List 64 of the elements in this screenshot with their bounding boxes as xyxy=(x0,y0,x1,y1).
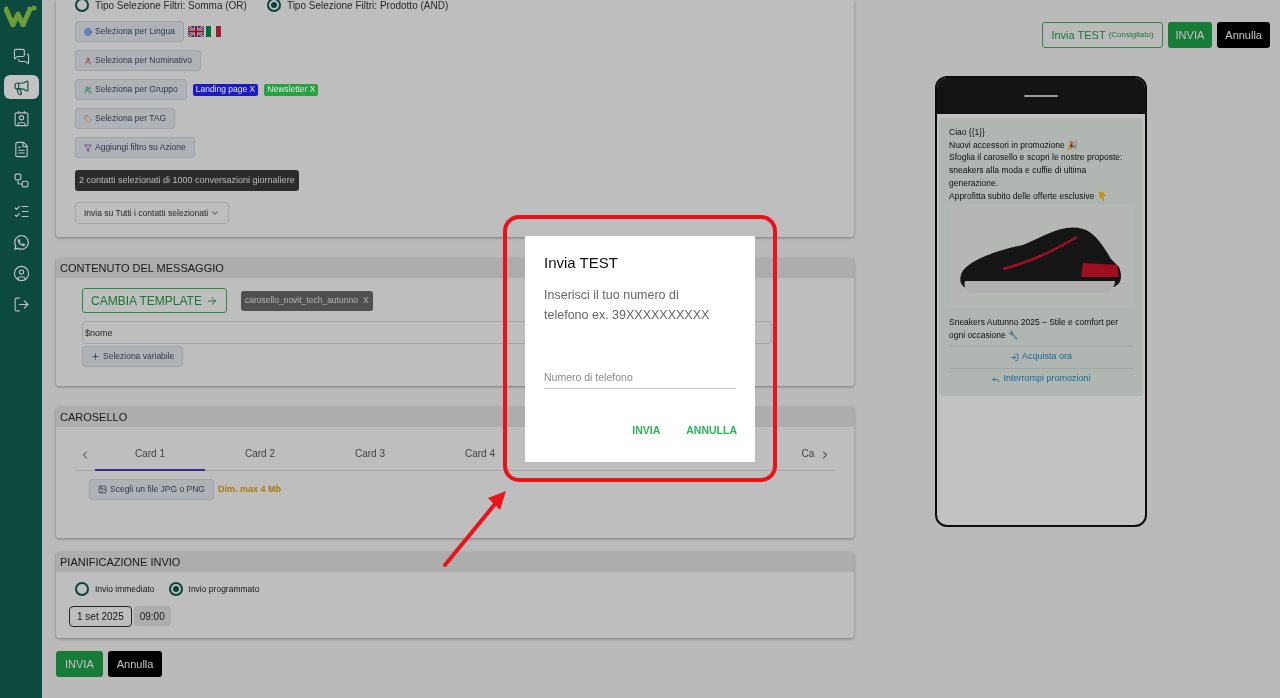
send-button[interactable]: INVIA xyxy=(1167,22,1213,48)
users-icon xyxy=(84,85,92,94)
preview-action-button[interactable]: Acquista ora xyxy=(949,345,1133,368)
change-template-button[interactable]: CAMBIA TEMPLATE xyxy=(82,288,227,313)
cancel-button[interactable]: Annulla xyxy=(107,651,163,677)
dialog-text: Inserisci il tuo numero di telefono ex. 39XXXXXXXXXX xyxy=(544,286,711,324)
radio-button[interactable] xyxy=(75,0,89,12)
caret-icon xyxy=(210,208,221,218)
megaphone-icon xyxy=(12,78,30,96)
template-name: carosello_novit_tech_autunno xyxy=(244,294,358,307)
radio-label: Invio programmato xyxy=(188,582,260,596)
message-text: Ciao {{1}} Nuovi accessori in promozione 🎉 Sfoglia il carosello e scopri le nostre proposte: sneakers alla moda e cuffie di ultima generazione. Approfitta subito delle offerte esclusive 👇 xyxy=(949,126,1124,203)
send-button[interactable]: INVIA xyxy=(56,651,103,677)
arrow-right-icon xyxy=(205,294,218,307)
sidebar-item[interactable] xyxy=(3,75,39,99)
user-icon xyxy=(84,56,92,65)
filter-button[interactable]: Seleziona per Nominativo xyxy=(75,50,201,71)
group-tag[interactable]: Landing page X xyxy=(192,83,259,96)
filter-button[interactable]: Aggiungi filtro su Azione xyxy=(75,137,195,158)
file-size-hint: Dim. max 4 Mb xyxy=(217,482,281,496)
radio-button[interactable] xyxy=(75,582,89,596)
contact-book-icon xyxy=(12,109,30,127)
carousel-tab[interactable]: Card 3 xyxy=(315,438,425,471)
carousel-tab[interactable]: Card 1 xyxy=(95,438,205,471)
image-icon xyxy=(98,485,107,494)
whatsapp-icon xyxy=(12,233,30,251)
filter-button[interactable]: Seleziona per TAG xyxy=(75,108,176,129)
logo-icon xyxy=(4,5,38,27)
uk-flag-icon xyxy=(187,26,204,37)
globe-icon xyxy=(84,27,92,36)
card-caption: Sneakers Autunno 2025 – Stile e comfort per ogni occasione 🔧 xyxy=(949,316,1120,342)
italy-flag-icon xyxy=(205,26,221,37)
nodes-icon xyxy=(12,171,30,189)
logout-icon xyxy=(12,295,30,313)
plus-icon xyxy=(91,352,100,361)
cancel-button[interactable]: Annulla xyxy=(1217,22,1270,48)
carousel-tab[interactable]: Ca xyxy=(801,438,815,471)
send-scope-dropdown[interactable]: Invia su Tutti i contatti selezionati xyxy=(75,202,230,224)
test-send-button[interactable]: Invia TEST (Consigliato) xyxy=(1042,22,1163,48)
section-header: PIANIFICAZIONE INVIO xyxy=(56,552,854,572)
document-icon xyxy=(12,140,30,158)
time-field[interactable]: 09:00 xyxy=(133,606,171,626)
chat-bubbles-icon xyxy=(12,47,30,65)
choose-file-button[interactable]: Scegli un file JPG o PNG xyxy=(89,479,214,500)
radio-label: Invio immediato xyxy=(95,582,155,596)
radio-button[interactable] xyxy=(266,0,281,12)
filter-icon xyxy=(84,143,92,152)
reply-icon xyxy=(991,374,1001,384)
preview-action-button[interactable]: Interrompi promozioni xyxy=(949,367,1133,390)
filter-button[interactable]: Seleziona per Gruppo xyxy=(75,79,187,100)
user-circle-icon xyxy=(12,264,30,282)
radio-label: Tipo Selezione Filtri: Prodotto (AND) xyxy=(286,0,449,13)
selection-summary: 2 contatti selezionati di 1000 conversazioni giornaliere xyxy=(75,170,299,191)
radio-button[interactable] xyxy=(168,582,183,596)
date-field[interactable]: 1 set 2025 xyxy=(69,606,132,627)
carousel-tab[interactable]: Card 2 xyxy=(205,438,315,471)
remove-template-button[interactable]: X xyxy=(362,294,369,307)
carousel-tab[interactable]: Card 4 xyxy=(425,438,535,471)
radio-label: Tipo Selezione Filtri: Somma (OR) xyxy=(95,0,247,13)
add-variable-button[interactable]: Seleziona variabile xyxy=(82,346,184,367)
filter-button[interactable]: Seleziona per Lingua xyxy=(75,21,184,42)
phone-number-field[interactable]: Numero di telefono xyxy=(544,366,736,389)
tag-icon xyxy=(84,114,92,123)
login-icon xyxy=(1010,352,1019,362)
